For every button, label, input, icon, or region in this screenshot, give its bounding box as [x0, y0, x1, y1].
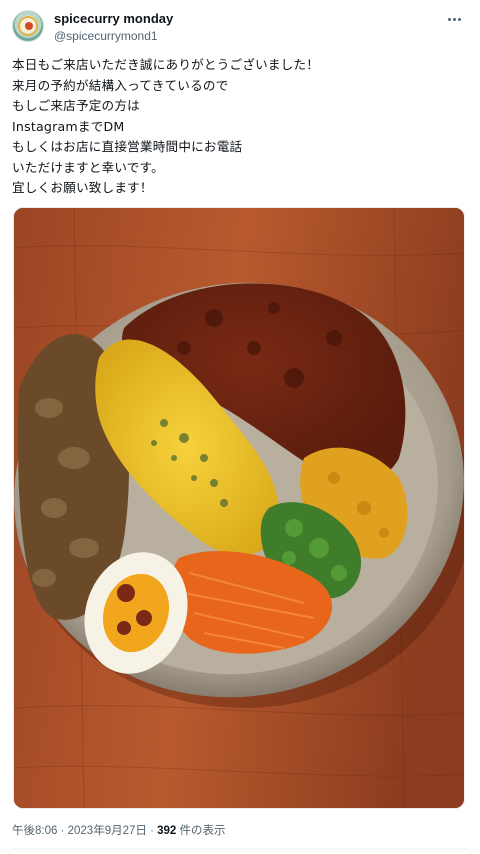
more-dot: [452, 17, 456, 21]
tweet-text-line: InstagramまでDM: [12, 118, 125, 134]
tweet-time: 午後8:06: [12, 825, 58, 837]
meta-separator: ·: [146, 825, 158, 837]
tweet-time-link[interactable]: 午後8:06 · 2023年9月27日: [12, 825, 147, 837]
tweet-date: 2023年9月27日: [67, 825, 147, 837]
meta-separator: ·: [57, 825, 68, 837]
tweet-text-line: 来月の予約が結構入ってきているので: [12, 77, 229, 93]
tweet-text-line: 宜しくお願い致します！: [12, 180, 153, 195]
more-dot: [457, 17, 461, 21]
author-names: spicecurry monday @spicecurrymond1: [54, 11, 173, 44]
divider: [12, 848, 468, 849]
tweet-text-line: いただけますと幸いです。: [12, 159, 164, 175]
avatar-dot: [25, 22, 33, 30]
tweet-card: spicecurry monday @spicecurrymond1 本日もご来…: [0, 0, 480, 854]
tweet-text-line: もしご来店予定の方は: [12, 98, 140, 113]
avatar[interactable]: [12, 10, 44, 42]
tweet-photo[interactable]: [13, 207, 465, 809]
author-display-name[interactable]: spicecurry monday: [54, 11, 173, 27]
views-count[interactable]: 392: [157, 825, 176, 837]
more-options-icon[interactable]: [444, 12, 464, 26]
author-handle[interactable]: @spicecurrymond1: [54, 28, 173, 44]
tweet-meta: 午後8:06 · 2023年9月27日 · 392 件の表示: [12, 822, 226, 838]
tweet-text-line: もしくはお店に直接営業時間中にお電話: [12, 139, 243, 154]
tweet-text: 本日もご来店いただき誠にありがとうございました！ 来月の予約が結構入ってきている…: [12, 55, 468, 199]
more-dot: [447, 17, 451, 21]
tweet-text-line: 本日もご来店いただき誠にありがとうございました！: [12, 57, 320, 72]
views-label: 件の表示: [176, 825, 226, 837]
tweet-header: spicecurry monday @spicecurrymond1: [10, 10, 470, 46]
curry-plate-photo: [14, 208, 464, 808]
